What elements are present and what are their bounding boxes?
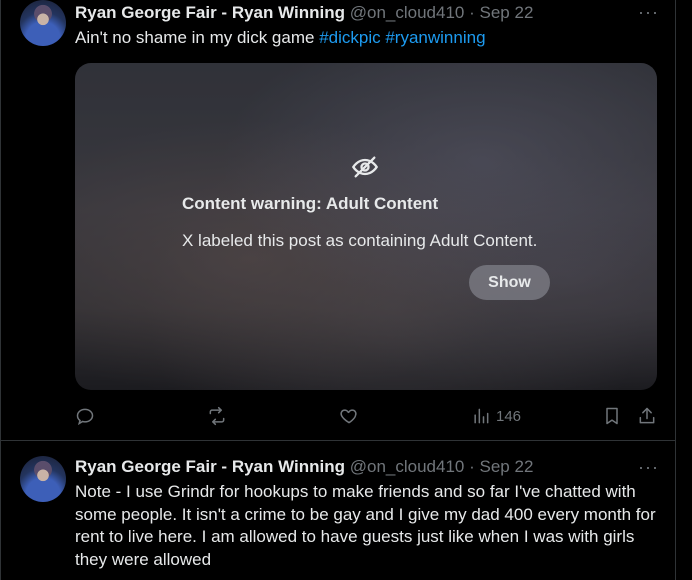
bookmark-button[interactable] [602,404,622,428]
avatar[interactable] [20,0,66,46]
bookmark-icon [606,407,618,425]
more-icon[interactable]: ··· [638,3,658,21]
separator: · [469,457,475,476]
timeline-column: Ryan George Fair - Ryan Winning @on_clou… [0,0,676,580]
share-icon [639,407,655,424]
action-bar: 146 [75,404,665,428]
post-text: Note - I use Grindr for hookups to make … [75,482,656,569]
reply-button[interactable] [75,404,95,428]
post-date[interactable]: Sep 22 [480,3,534,22]
like-button[interactable] [339,404,359,428]
post-header: Ryan George Fair - Ryan Winning @on_clou… [75,457,533,477]
reply-icon [76,408,94,426]
hashtag-link[interactable]: #ryanwinning [385,28,485,47]
repost-button[interactable] [207,404,227,428]
views-count: 146 [496,407,522,425]
content-warning-title: Content warning: Adult Content [182,194,439,213]
author-name[interactable]: Ryan George Fair - Ryan Winning [75,3,345,22]
author-name[interactable]: Ryan George Fair - Ryan Winning [75,457,345,476]
views-button[interactable]: 146 [471,404,521,428]
media-blur-overlay [75,63,657,390]
views-icon [474,408,489,424]
like-icon [340,409,357,424]
author-handle[interactable]: @on_cloud410 [350,3,465,22]
post[interactable]: Ryan George Fair - Ryan Winning @on_clou… [1,0,676,441]
avatar[interactable] [20,456,66,502]
repost-icon [209,406,225,426]
content-warning-description: X labeled this post as containing Adult … [182,231,538,250]
hashtag-link[interactable]: #dickpic [319,28,380,47]
author-handle[interactable]: @on_cloud410 [350,457,465,476]
post-date[interactable]: Sep 22 [480,457,534,476]
eye-off-icon [351,156,379,178]
sensitive-media: Content warning: Adult Content X labeled… [75,63,657,390]
more-icon[interactable]: ··· [638,458,658,476]
post-text: Ain't no shame in my dick game #dickpic … [75,27,660,50]
post-text-body: Ain't no shame in my dick game [75,28,320,47]
share-button[interactable] [637,404,657,428]
separator: · [469,3,475,22]
post-header: Ryan George Fair - Ryan Winning @on_clou… [75,3,533,23]
show-button[interactable]: Show [469,265,550,300]
